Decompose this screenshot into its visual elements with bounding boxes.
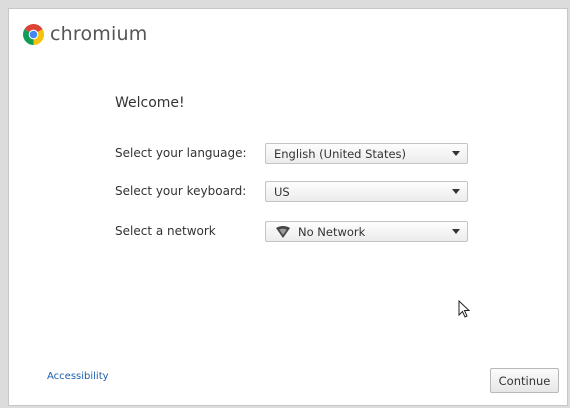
brand-name: chromium [50, 23, 148, 45]
language-select[interactable]: English (United States) [265, 143, 468, 164]
network-label: Select a network [115, 224, 216, 238]
chevron-down-icon [452, 229, 460, 234]
keyboard-label: Select your keyboard: [115, 184, 247, 198]
chevron-down-icon [452, 189, 460, 194]
language-row: Select your language: English (United St… [115, 143, 475, 165]
language-label: Select your language: [115, 146, 247, 160]
chevron-down-icon [452, 151, 460, 156]
keyboard-select[interactable]: US [265, 181, 468, 202]
wifi-icon [276, 225, 290, 238]
chromium-logo-icon [23, 23, 44, 45]
oobe-window: chromium Welcome! Select your language: … [8, 8, 568, 406]
language-value: English (United States) [274, 146, 407, 161]
network-select[interactable]: No Network [265, 221, 468, 242]
brand-header: chromium [23, 23, 147, 45]
keyboard-value: US [274, 184, 290, 199]
accessibility-link[interactable]: Accessibility [47, 371, 109, 382]
network-value: No Network [298, 224, 366, 239]
mouse-pointer-icon [458, 300, 470, 318]
welcome-title: Welcome! [115, 95, 185, 111]
keyboard-row: Select your keyboard: US [115, 181, 475, 203]
continue-button[interactable]: Continue [490, 368, 559, 393]
network-row: Select a network No Network [115, 221, 475, 243]
